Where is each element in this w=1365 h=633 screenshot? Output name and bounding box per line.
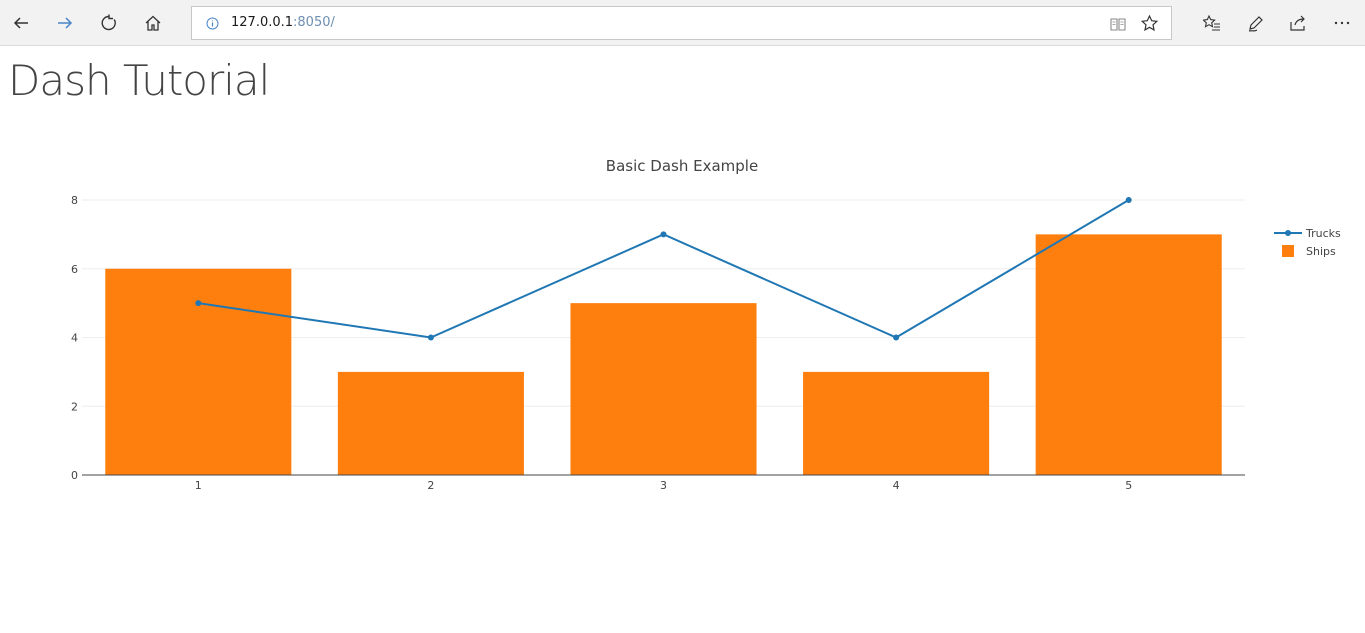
share-button[interactable]	[1282, 7, 1314, 39]
legend-swatch-ships	[1282, 245, 1294, 257]
favorites-list-icon	[1203, 14, 1220, 31]
x-tick-label: 1	[195, 479, 202, 492]
browser-toolbar: 127.0.0.1:8050/	[0, 0, 1365, 46]
x-tick-label: 4	[893, 479, 900, 492]
point-trucks[interactable]	[1125, 197, 1132, 203]
point-trucks[interactable]	[195, 300, 202, 307]
page-title: Dash Tutorial	[8, 56, 270, 105]
bar-ships[interactable]	[570, 303, 757, 475]
refresh-icon	[101, 14, 116, 31]
info-icon[interactable]	[206, 17, 219, 30]
y-tick-label: 4	[71, 332, 78, 345]
x-tick-label: 5	[1125, 479, 1132, 492]
arrow-right-icon	[58, 17, 73, 29]
bar-ships[interactable]	[803, 371, 990, 475]
bar-ships[interactable]	[337, 371, 524, 475]
pen-icon	[1248, 16, 1263, 32]
chart-container: Basic Dash Example 0 2 4 6 8 1 2 3 4 5 Trucks Ships	[0, 110, 1365, 540]
notes-button[interactable]	[1240, 7, 1272, 39]
bar-ships[interactable]	[1035, 234, 1222, 475]
back-button[interactable]	[5, 7, 37, 39]
star-icon[interactable]	[1140, 14, 1159, 33]
refresh-button[interactable]	[93, 7, 125, 39]
forward-button[interactable]	[49, 7, 81, 39]
x-tick-label: 2	[427, 479, 434, 492]
y-tick-label: 8	[71, 194, 78, 207]
legend-marker-trucks	[1285, 230, 1291, 236]
y-tick-label: 2	[71, 400, 78, 413]
ellipsis-icon	[1334, 21, 1350, 25]
more-button[interactable]	[1326, 7, 1358, 39]
y-tick-label: 6	[71, 263, 78, 276]
share-icon	[1290, 15, 1305, 31]
address-bar[interactable]: 127.0.0.1:8050/	[191, 6, 1172, 40]
legend-label-trucks[interactable]: Trucks	[1305, 227, 1341, 240]
home-icon	[145, 15, 161, 31]
favorites-button[interactable]	[1196, 7, 1228, 39]
point-trucks[interactable]	[427, 334, 434, 341]
point-trucks[interactable]	[893, 334, 900, 341]
home-button[interactable]	[137, 7, 169, 39]
basic-dash-chart[interactable]: Basic Dash Example 0 2 4 6 8 1 2 3 4 5 Trucks Ships	[0, 110, 1365, 540]
url-text[interactable]: 127.0.0.1:8050/	[231, 15, 335, 30]
url-port: :8050/	[293, 15, 335, 30]
legend-label-ships[interactable]: Ships	[1306, 245, 1336, 258]
book-icon[interactable]	[1109, 15, 1127, 33]
point-trucks[interactable]	[660, 231, 667, 238]
url-host: 127.0.0.1	[231, 15, 294, 30]
bar-ships[interactable]	[105, 268, 292, 475]
chart-title: Basic Dash Example	[606, 157, 758, 175]
y-tick-label: 0	[71, 469, 78, 482]
x-tick-label: 3	[660, 479, 667, 492]
arrow-left-icon	[13, 17, 28, 29]
